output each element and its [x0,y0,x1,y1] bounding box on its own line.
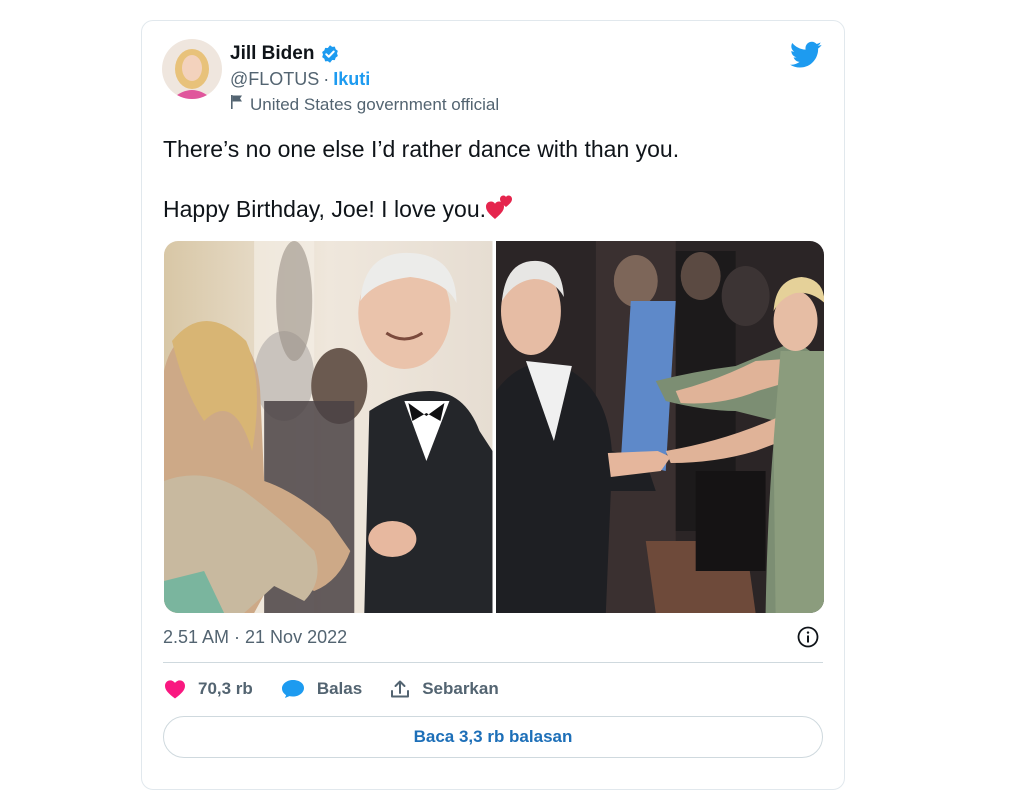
flag-icon [230,94,244,115]
reply-bubble-icon [281,679,305,699]
share-button[interactable]: Sebarkan [390,679,499,699]
avatar[interactable] [162,39,222,99]
share-icon [390,679,410,699]
divider [163,662,823,663]
follow-button[interactable]: Ikuti [333,69,370,90]
handle-separator: · [323,69,330,89]
tweet-line-1: There’s no one else I’d rather dance wit… [163,136,680,162]
verified-badge-icon [320,44,340,64]
read-replies-button[interactable]: Baca 3,3 rb balasan [163,716,823,758]
photo-dance-right[interactable] [495,241,824,613]
author-name-row: Jill Biden [230,43,340,65]
twitter-bird-icon[interactable] [790,41,822,69]
tweet-card: Jill Biden @FLOTUS · Ikuti United States… [141,20,845,790]
photo-dance-left[interactable] [164,241,493,613]
reply-button[interactable]: Balas [281,679,362,699]
tweet-media[interactable] [164,241,824,613]
account-label-row: United States government official [230,94,499,115]
share-label: Sebarkan [422,679,499,698]
info-icon[interactable] [797,626,819,648]
tweet-timestamp[interactable]: 2.51 AM · 21 Nov 2022 [163,627,347,648]
action-bar: 70,3 rb Balas Sebarkan [164,679,499,699]
handle-row: @FLOTUS · Ikuti [230,69,370,90]
author-name[interactable]: Jill Biden [230,43,314,65]
reply-label: Balas [316,679,363,698]
like-count: 70,3 rb [198,679,253,698]
tweet-text: There’s no one else I’d rather dance wit… [163,134,823,227]
author-handle[interactable]: @FLOTUS [230,69,319,90]
account-label: United States government official [250,94,500,114]
two-hearts-emoji-icon [486,194,514,227]
tweet-line-2: Happy Birthday, Joe! I love you. [163,194,823,227]
like-button[interactable]: 70,3 rb [164,679,253,699]
tweet-line-2-text: Happy Birthday, Joe! I love you. [163,196,487,222]
heart-icon [164,679,186,699]
